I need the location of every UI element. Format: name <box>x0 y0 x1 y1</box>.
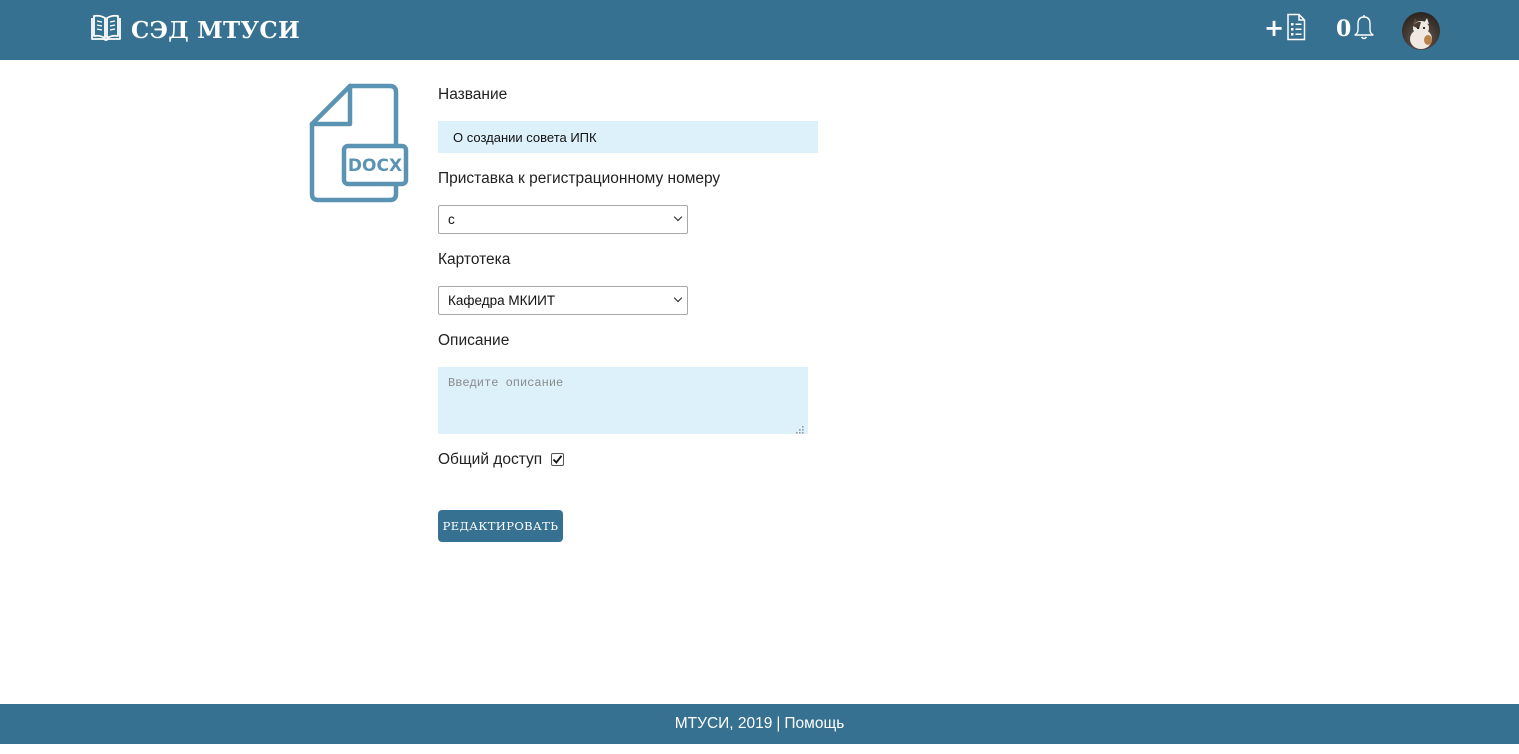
notifications-button[interactable]: 0 <box>1336 14 1375 44</box>
resize-grip-icon[interactable] <box>795 422 805 440</box>
prefix-select[interactable]: с <box>438 205 688 234</box>
bell-icon <box>1353 13 1375 46</box>
brand-logo-link[interactable]: СЭД МТУСИ <box>90 13 300 47</box>
title-label: Название <box>438 86 508 103</box>
edit-button[interactable]: РЕДАКТИРОВАТЬ <box>438 510 563 542</box>
docx-file-icon: DOCX <box>306 82 412 211</box>
cat-photo-icon <box>1410 18 1432 49</box>
cardindex-label: Картотека <box>438 251 511 268</box>
help-link[interactable]: Помощь <box>784 715 844 733</box>
top-navbar: СЭД МТУСИ + 0 <box>0 0 1519 60</box>
document-list-icon <box>1286 13 1306 46</box>
chevron-down-icon <box>673 293 683 303</box>
cardindex-select-value: Кафедра МКИИТ <box>448 293 556 308</box>
footer-copyright: МТУСИ, 2019 <box>674 715 773 732</box>
shared-access-checkbox[interactable] <box>551 453 564 466</box>
shared-access-label: Общий доступ <box>438 451 543 468</box>
title-input[interactable] <box>438 121 818 153</box>
notifications-count: 0 <box>1336 16 1352 42</box>
footer: МТУСИ, 2019 | Помощь <box>0 704 1519 744</box>
user-avatar[interactable] <box>1402 12 1440 50</box>
cardindex-select[interactable]: Кафедра МКИИТ <box>438 286 688 315</box>
prefix-label: Приставка к регистрационному номеру <box>438 170 721 187</box>
prefix-select-value: с <box>448 212 455 227</box>
file-type-label: DOCX <box>348 156 402 176</box>
description-label: Описание <box>438 332 510 349</box>
description-textarea[interactable] <box>438 367 808 434</box>
plus-icon: + <box>1264 13 1285 42</box>
add-document-button[interactable]: + <box>1264 13 1306 46</box>
checkmark-icon <box>552 455 563 464</box>
open-book-icon <box>90 12 122 49</box>
app-title: СЭД МТУСИ <box>131 16 301 44</box>
footer-separator: | <box>776 715 781 732</box>
chevron-down-icon <box>673 212 683 222</box>
